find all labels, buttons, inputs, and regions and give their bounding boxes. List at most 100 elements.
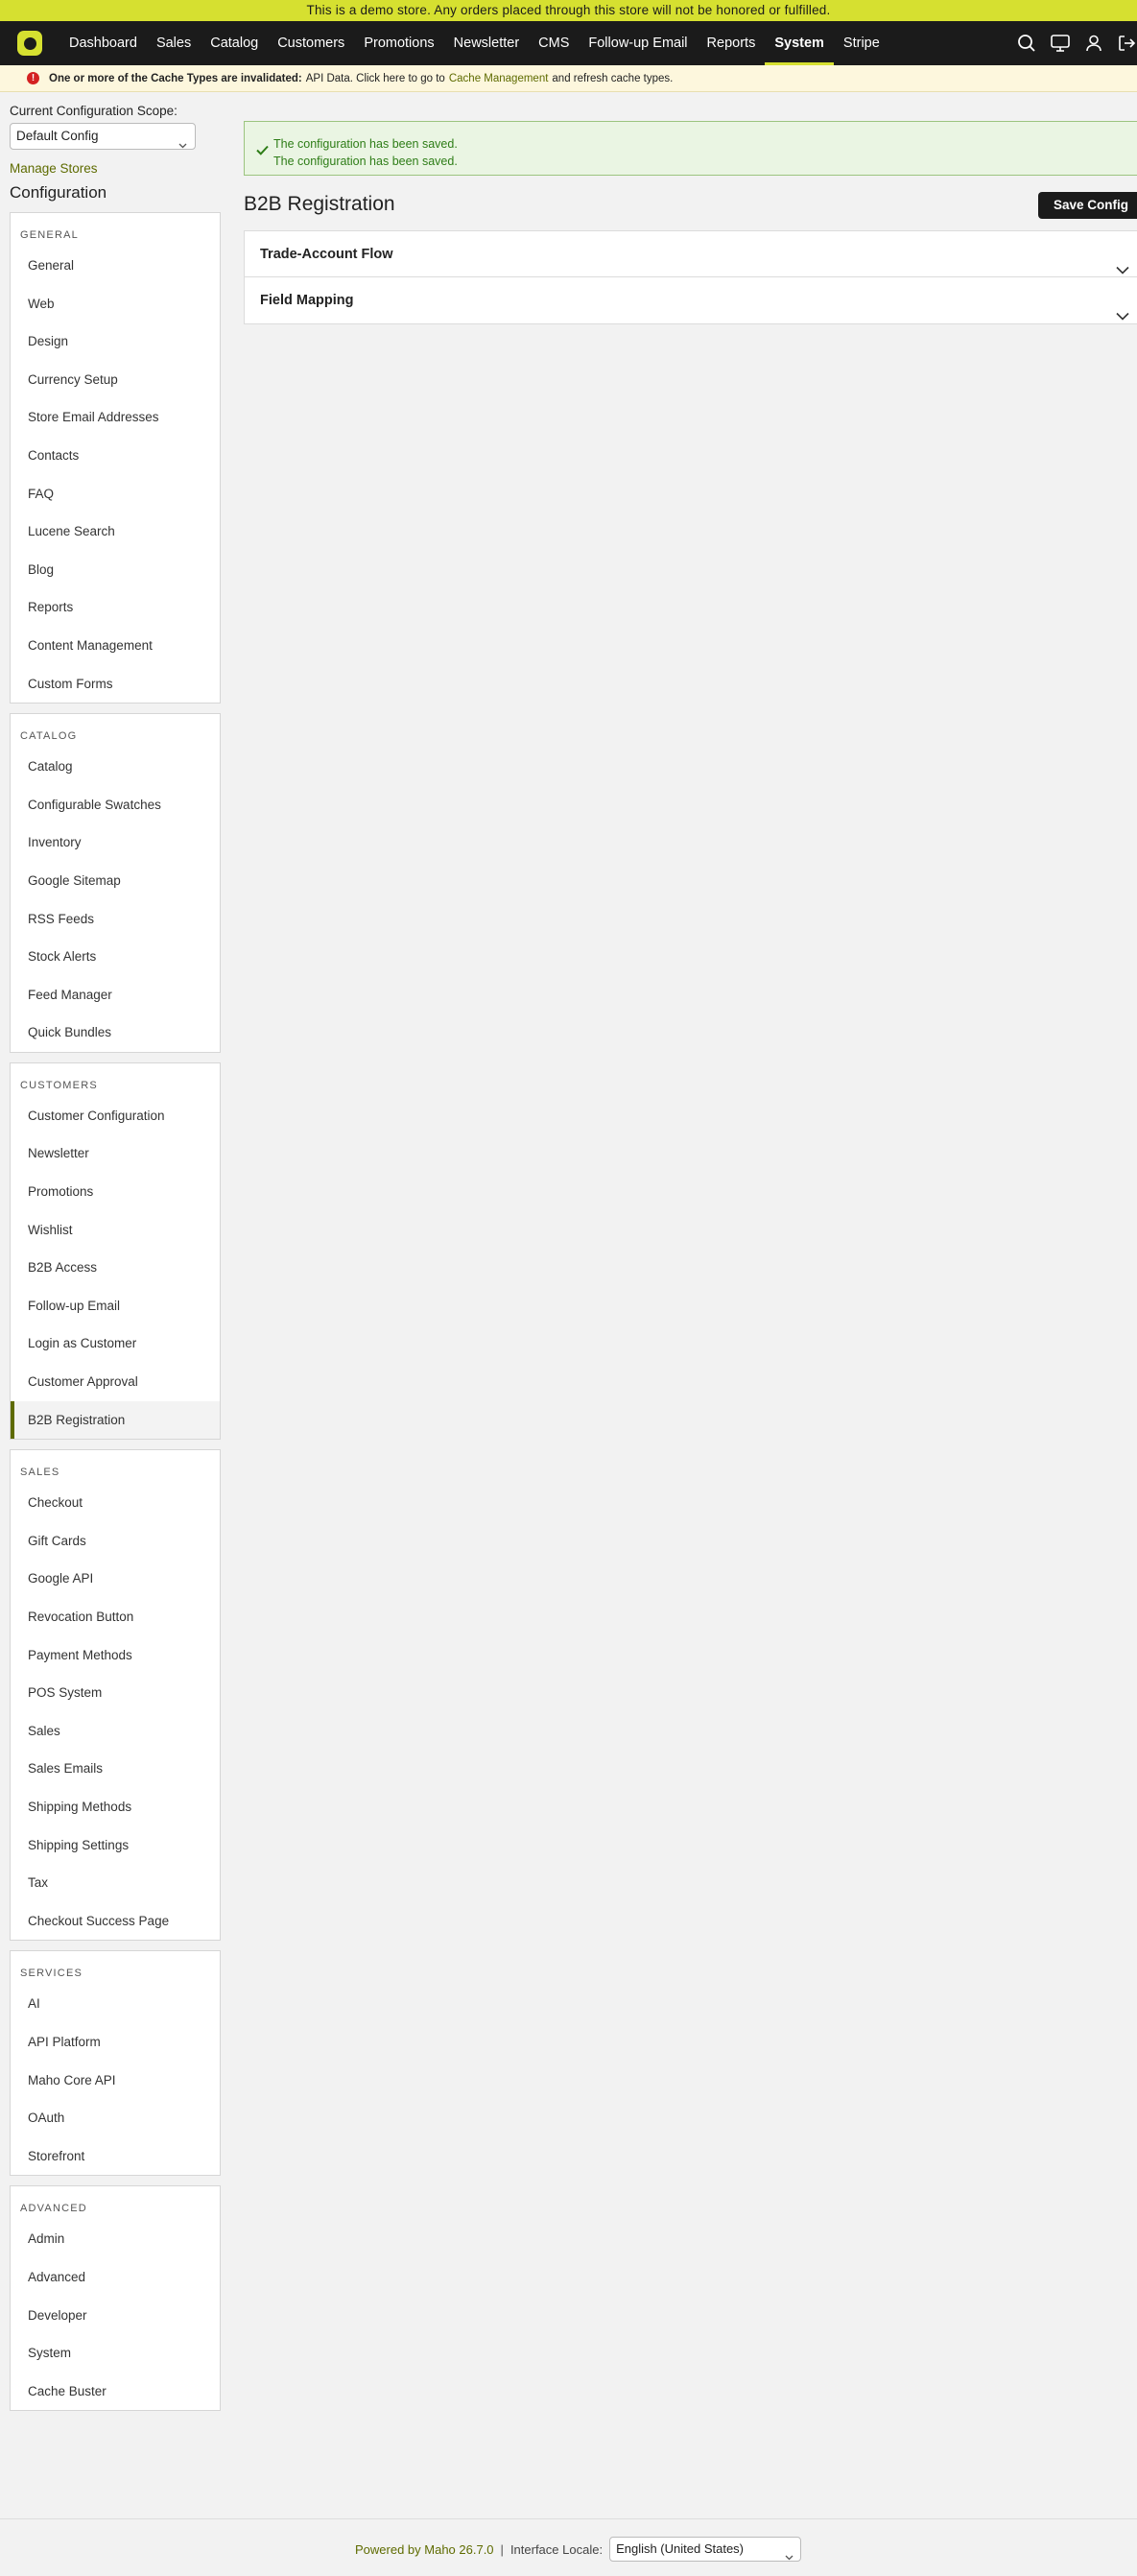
- error-icon: !: [27, 72, 39, 84]
- sidebar-item-b2b-registration[interactable]: B2B Registration: [11, 1400, 220, 1440]
- sidebar-item-oauth[interactable]: OAuth: [11, 2099, 220, 2137]
- sidebar-item-api-platform[interactable]: API Platform: [11, 2023, 220, 2062]
- config-group-services: Services AI API Platform Maho Core API OAuth…: [10, 1950, 221, 2177]
- sidebar-item-admin[interactable]: Admin: [11, 2220, 220, 2258]
- sidebar-item-inventory[interactable]: Inventory: [11, 823, 220, 862]
- config-group-title: General: [20, 229, 79, 241]
- nav-item-follow-up-email[interactable]: Follow-up Email: [579, 21, 697, 65]
- sidebar-item-sales-emails[interactable]: Sales Emails: [11, 1750, 220, 1788]
- sidebar-item-storefront[interactable]: Storefront: [11, 2137, 220, 2176]
- sidebar-item-catalog[interactable]: Catalog: [11, 748, 220, 786]
- config-group-sales: Sales Checkout Gift Cards Google API Revocat…: [10, 1449, 221, 1942]
- nav-item-system[interactable]: System: [765, 21, 834, 65]
- cache-management-link[interactable]: Cache Management: [449, 73, 549, 84]
- config-sections: Trade-Account Flow Field Mapping: [244, 230, 1137, 324]
- locale-select-value: English (United States): [616, 2541, 745, 2556]
- powered-by-link[interactable]: Powered by Maho 26.7.0: [355, 2542, 494, 2557]
- config-groups: General General Web Design Currency Setup Sto…: [10, 212, 221, 2412]
- user-icon[interactable]: [1084, 34, 1103, 53]
- sidebar-item-wishlist[interactable]: Wishlist: [11, 1211, 220, 1250]
- nav-item-dashboard[interactable]: Dashboard: [59, 21, 147, 65]
- sidebar-item-cache-buster[interactable]: Cache Buster: [11, 2373, 220, 2411]
- sidebar-item-checkout-success-page[interactable]: Checkout Success Page: [11, 1902, 220, 1941]
- sidebar-item-maho-core-api[interactable]: Maho Core API: [11, 2062, 220, 2100]
- sidebar-item-customer-configuration[interactable]: Customer Configuration: [11, 1097, 220, 1135]
- sidebar-item-tax[interactable]: Tax: [11, 1864, 220, 1902]
- config-sidebar: Current Configuration Scope: Default Con…: [10, 104, 221, 2412]
- sidebar-item-web[interactable]: Web: [11, 285, 220, 323]
- page-header: B2B Registration Save Config: [244, 190, 1137, 219]
- sidebar-item-rss-feeds[interactable]: RSS Feeds: [11, 900, 220, 939]
- nav-item-stripe[interactable]: Stripe: [834, 21, 889, 65]
- sidebar-item-lucene-search[interactable]: Lucene Search: [11, 513, 220, 551]
- sidebar-item-shipping-methods[interactable]: Shipping Methods: [11, 1788, 220, 1826]
- save-config-button[interactable]: Save Config: [1038, 192, 1137, 219]
- section-field-mapping[interactable]: Field Mapping: [244, 277, 1137, 324]
- sidebar-item-follow-up-email[interactable]: Follow-up Email: [11, 1287, 220, 1325]
- sidebar-item-store-email-addresses[interactable]: Store Email Addresses: [11, 398, 220, 437]
- chevron-down-icon: [785, 2545, 794, 2568]
- sidebar-item-currency-setup[interactable]: Currency Setup: [11, 361, 220, 399]
- sidebar-item-stock-alerts[interactable]: Stock Alerts: [11, 938, 220, 976]
- sidebar-item-revocation-button[interactable]: Revocation Button: [11, 1598, 220, 1636]
- config-group-customers: Customers Customer Configuration Newslette…: [10, 1061, 221, 1441]
- sidebar-item-faq[interactable]: FAQ: [11, 475, 220, 513]
- top-navigation: Dashboard Sales Catalog Customers Promotions…: [0, 21, 1137, 65]
- monitor-icon[interactable]: [1050, 34, 1071, 53]
- sidebar-item-sales[interactable]: Sales: [11, 1712, 220, 1751]
- sidebar-item-newsletter[interactable]: Newsletter: [11, 1134, 220, 1173]
- success-message-line: The configuration has been saved.: [273, 137, 458, 151]
- sidebar-item-ai[interactable]: AI: [11, 1985, 220, 2023]
- sidebar-item-google-api[interactable]: Google API: [11, 1560, 220, 1598]
- sidebar-item-gift-cards[interactable]: Gift Cards: [11, 1522, 220, 1561]
- sidebar-item-promotions[interactable]: Promotions: [11, 1173, 220, 1211]
- logout-icon[interactable]: [1117, 34, 1136, 53]
- sidebar-item-b2b-access[interactable]: B2B Access: [11, 1249, 220, 1287]
- sidebar-item-quick-bundles[interactable]: Quick Bundles: [11, 1014, 220, 1052]
- footer-separator: |: [500, 2541, 504, 2557]
- footer: Powered by Maho 26.7.0 | Interface Local…: [355, 2537, 802, 2562]
- sidebar-item-payment-methods[interactable]: Payment Methods: [11, 1636, 220, 1675]
- sidebar-item-content-management[interactable]: Content Management: [11, 627, 220, 665]
- sidebar-item-pos-system[interactable]: POS System: [11, 1674, 220, 1712]
- manage-stores-link[interactable]: Manage Stores: [10, 161, 221, 176]
- sidebar-item-blog[interactable]: Blog: [11, 551, 220, 589]
- sidebar-item-checkout[interactable]: Checkout: [11, 1484, 220, 1522]
- page-title: B2B Registration: [244, 193, 395, 215]
- config-group-title: Advanced: [20, 2203, 87, 2215]
- scope-label: Current Configuration Scope:: [10, 104, 178, 118]
- search-icon[interactable]: [1017, 34, 1036, 53]
- sidebar-item-design[interactable]: Design: [11, 322, 220, 361]
- nav-item-reports[interactable]: Reports: [698, 21, 766, 65]
- nav-item-cms[interactable]: CMS: [529, 21, 579, 65]
- sidebar-item-system[interactable]: System: [11, 2334, 220, 2373]
- header-actions: [1017, 21, 1136, 65]
- sidebar-item-general[interactable]: General: [11, 247, 220, 285]
- nav-item-sales[interactable]: Sales: [147, 21, 201, 65]
- sidebar-item-login-as-customer[interactable]: Login as Customer: [11, 1324, 220, 1363]
- nav-item-newsletter[interactable]: Newsletter: [444, 21, 530, 65]
- config-group-title: Sales: [20, 1467, 60, 1479]
- scope-select-value: Default Config: [16, 129, 99, 143]
- interface-locale-select[interactable]: English (United States): [609, 2537, 802, 2562]
- scope-select[interactable]: Default Config: [10, 123, 196, 150]
- nav-item-catalog[interactable]: Catalog: [201, 21, 268, 65]
- sidebar-item-custom-forms[interactable]: Custom Forms: [11, 665, 220, 704]
- sidebar-item-developer[interactable]: Developer: [11, 2297, 220, 2335]
- sidebar-item-contacts[interactable]: Contacts: [11, 437, 220, 475]
- nav-item-promotions[interactable]: Promotions: [354, 21, 443, 65]
- configuration-title: Configuration: [10, 183, 107, 202]
- sidebar-item-configurable-swatches[interactable]: Configurable Swatches: [11, 786, 220, 824]
- config-group-title: Catalog: [20, 730, 78, 743]
- demo-store-banner: This is a demo store. Any orders placed …: [0, 0, 1137, 21]
- sidebar-item-customer-approval[interactable]: Customer Approval: [11, 1363, 220, 1401]
- sidebar-item-advanced[interactable]: Advanced: [11, 2258, 220, 2297]
- sidebar-item-reports[interactable]: Reports: [11, 588, 220, 627]
- nav-item-customers[interactable]: Customers: [268, 21, 354, 65]
- sidebar-item-feed-manager[interactable]: Feed Manager: [11, 976, 220, 1014]
- sidebar-item-shipping-settings[interactable]: Shipping Settings: [11, 1826, 220, 1865]
- sidebar-item-google-sitemap[interactable]: Google Sitemap: [11, 862, 220, 900]
- maho-logo-icon[interactable]: [17, 31, 42, 56]
- section-trade-account-flow[interactable]: Trade-Account Flow: [244, 230, 1137, 277]
- main-content: The configuration has been saved. The co…: [244, 121, 1137, 324]
